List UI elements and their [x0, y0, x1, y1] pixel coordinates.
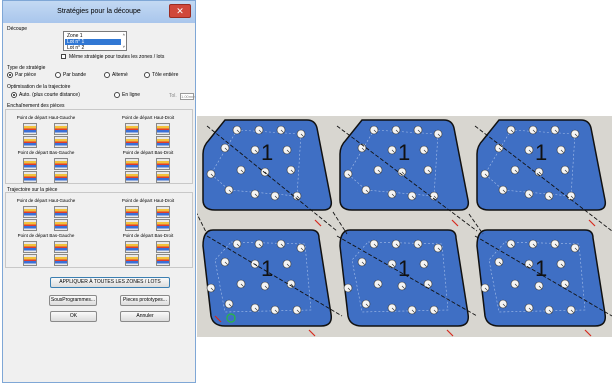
- chaining-group: Point de départ Haut-Gauche Point de dép…: [5, 109, 193, 184]
- start-bottom-right-c-icon[interactable]: [125, 171, 139, 183]
- prototype-parts-button[interactable]: Pieces prototypes...: [120, 295, 170, 306]
- start-top-left-d-icon[interactable]: [54, 136, 68, 148]
- radio-tole-entiere-label: Tôle entière: [152, 72, 179, 78]
- trajectory-top-right-d-icon[interactable]: [156, 219, 170, 231]
- start-bottom-right-a-icon[interactable]: [125, 158, 139, 170]
- trajectory-start-bottom-right-label: Point de départ Bas-Droit: [122, 233, 174, 238]
- close-button[interactable]: ✕: [169, 4, 191, 18]
- dialog-title-bar[interactable]: Stratégies pour la découpe ✕: [3, 1, 195, 23]
- trajectory-start-top-right-label: Point de départ Haut-Droit: [121, 198, 175, 203]
- trajectory-top-right-a-icon[interactable]: [125, 206, 139, 218]
- trajectory-bottom-left-c-icon[interactable]: [23, 254, 37, 266]
- radio-en-ligne[interactable]: [114, 92, 120, 98]
- same-strategy-label: Même stratégie pour toutes les zones / l…: [69, 54, 165, 60]
- part-outline: [202, 119, 333, 211]
- trajectory-top-left-d-icon[interactable]: [54, 219, 68, 231]
- trajectory-start-bottom-left-label: Point de départ Bas-Gauche: [17, 233, 75, 238]
- radio-auto[interactable]: [11, 92, 17, 98]
- radio-par-piece-label: Par pièce: [15, 72, 37, 78]
- part-number: 1: [535, 140, 547, 165]
- ok-button[interactable]: OK: [50, 311, 97, 322]
- start-top-left-c-icon[interactable]: [23, 136, 37, 148]
- trajectory-optimization-label: Optimisation de la trajectoire: [7, 84, 71, 90]
- trajectory-top-left-a-icon[interactable]: [23, 206, 37, 218]
- start-bottom-left-c-icon[interactable]: [23, 171, 37, 183]
- part-outline: [339, 119, 470, 211]
- piece-trajectory-group: Point de départ Haut-Gauche Point de dép…: [5, 192, 193, 268]
- nested-part: 1: [202, 229, 333, 327]
- chaining-start-top-right-label: Point de départ Haut-Droit: [121, 115, 175, 120]
- part-number: 1: [261, 140, 273, 165]
- tolerance-input[interactable]: 1.00mm: [180, 93, 195, 100]
- trajectory-bottom-right-a-icon[interactable]: [125, 241, 139, 253]
- start-bottom-right-b-icon[interactable]: [156, 158, 170, 170]
- part-number: 1: [398, 256, 410, 281]
- part-number: 1: [398, 140, 410, 165]
- apply-all-zones-button[interactable]: APPLIQUER À TOUTES LES ZONES / LOTS: [50, 277, 170, 288]
- cancel-button[interactable]: Annuler: [120, 311, 170, 322]
- decoupe-item[interactable]: Lot n° 2: [67, 45, 84, 51]
- nested-part: 1: [476, 229, 607, 327]
- strategy-type-label: Type de stratégie: [7, 65, 46, 71]
- start-top-right-a-icon[interactable]: [125, 123, 139, 135]
- chaining-start-bottom-left-label: Point de départ Bas-Gauche: [17, 150, 75, 155]
- trajectory-bottom-right-c-icon[interactable]: [125, 254, 139, 266]
- start-bottom-left-a-icon[interactable]: [23, 158, 37, 170]
- radio-par-bande[interactable]: [55, 72, 61, 78]
- start-top-left-b-icon[interactable]: [54, 123, 68, 135]
- trajectory-bottom-right-d-icon[interactable]: [156, 254, 170, 266]
- trajectory-bottom-left-b-icon[interactable]: [54, 241, 68, 253]
- nested-part: 1: [202, 119, 333, 211]
- start-bottom-left-b-icon[interactable]: [54, 158, 68, 170]
- trajectory-start-top-left-label: Point de départ Haut-Gauche: [16, 198, 76, 203]
- nested-part: 1: [476, 119, 607, 211]
- radio-alterne-label: Alterné: [112, 72, 128, 78]
- tolerance-label: Tol.: [169, 93, 177, 99]
- radio-par-piece[interactable]: [7, 72, 13, 78]
- radio-par-bande-label: Par bande: [63, 72, 87, 78]
- strategy-dialog: Stratégies pour la découpe ✕ Découpe Zon…: [2, 0, 196, 383]
- start-bottom-right-d-icon[interactable]: [156, 171, 170, 183]
- start-top-right-c-icon[interactable]: [125, 136, 139, 148]
- decoupe-listbox[interactable]: Zone 1 Lot n° 1 Lot n° 2 ˄ ˅: [63, 31, 127, 51]
- trajectory-bottom-left-d-icon[interactable]: [54, 254, 68, 266]
- chaining-start-top-left-label: Point de départ Haut-Gauche: [16, 115, 76, 120]
- nested-part: 1: [339, 119, 470, 211]
- nested-part: 1: [339, 229, 470, 327]
- subprograms-button[interactable]: SousProgrammes...: [49, 295, 97, 306]
- radio-tole-entiere[interactable]: [144, 72, 150, 78]
- same-strategy-checkbox[interactable]: [61, 54, 66, 59]
- start-top-right-d-icon[interactable]: [156, 136, 170, 148]
- part-number: 1: [261, 256, 273, 281]
- trajectory-top-right-c-icon[interactable]: [125, 219, 139, 231]
- decoupe-label: Découpe: [7, 26, 28, 32]
- trajectory-top-left-b-icon[interactable]: [54, 206, 68, 218]
- nesting-canvas[interactable]: 1 1 1 1 1 1: [197, 116, 612, 337]
- start-top-right-b-icon[interactable]: [156, 123, 170, 135]
- start-bottom-left-d-icon[interactable]: [54, 171, 68, 183]
- dialog-title: Stratégies pour la découpe: [57, 8, 141, 15]
- scroll-up-icon[interactable]: ˄: [123, 32, 125, 37]
- radio-en-ligne-label: En ligne: [122, 92, 141, 98]
- radio-auto-label: Auto. (plus courte distance): [19, 92, 80, 98]
- trajectory-bottom-left-a-icon[interactable]: [23, 241, 37, 253]
- radio-alterne[interactable]: [104, 72, 110, 78]
- chaining-start-bottom-right-label: Point de départ Bas-Droit: [122, 150, 174, 155]
- trajectory-top-right-b-icon[interactable]: [156, 206, 170, 218]
- start-top-left-a-icon[interactable]: [23, 123, 37, 135]
- part-outline: [476, 119, 607, 211]
- scroll-down-icon[interactable]: ˅: [123, 44, 125, 49]
- trajectory-bottom-right-b-icon[interactable]: [156, 241, 170, 253]
- trajectory-top-left-c-icon[interactable]: [23, 219, 37, 231]
